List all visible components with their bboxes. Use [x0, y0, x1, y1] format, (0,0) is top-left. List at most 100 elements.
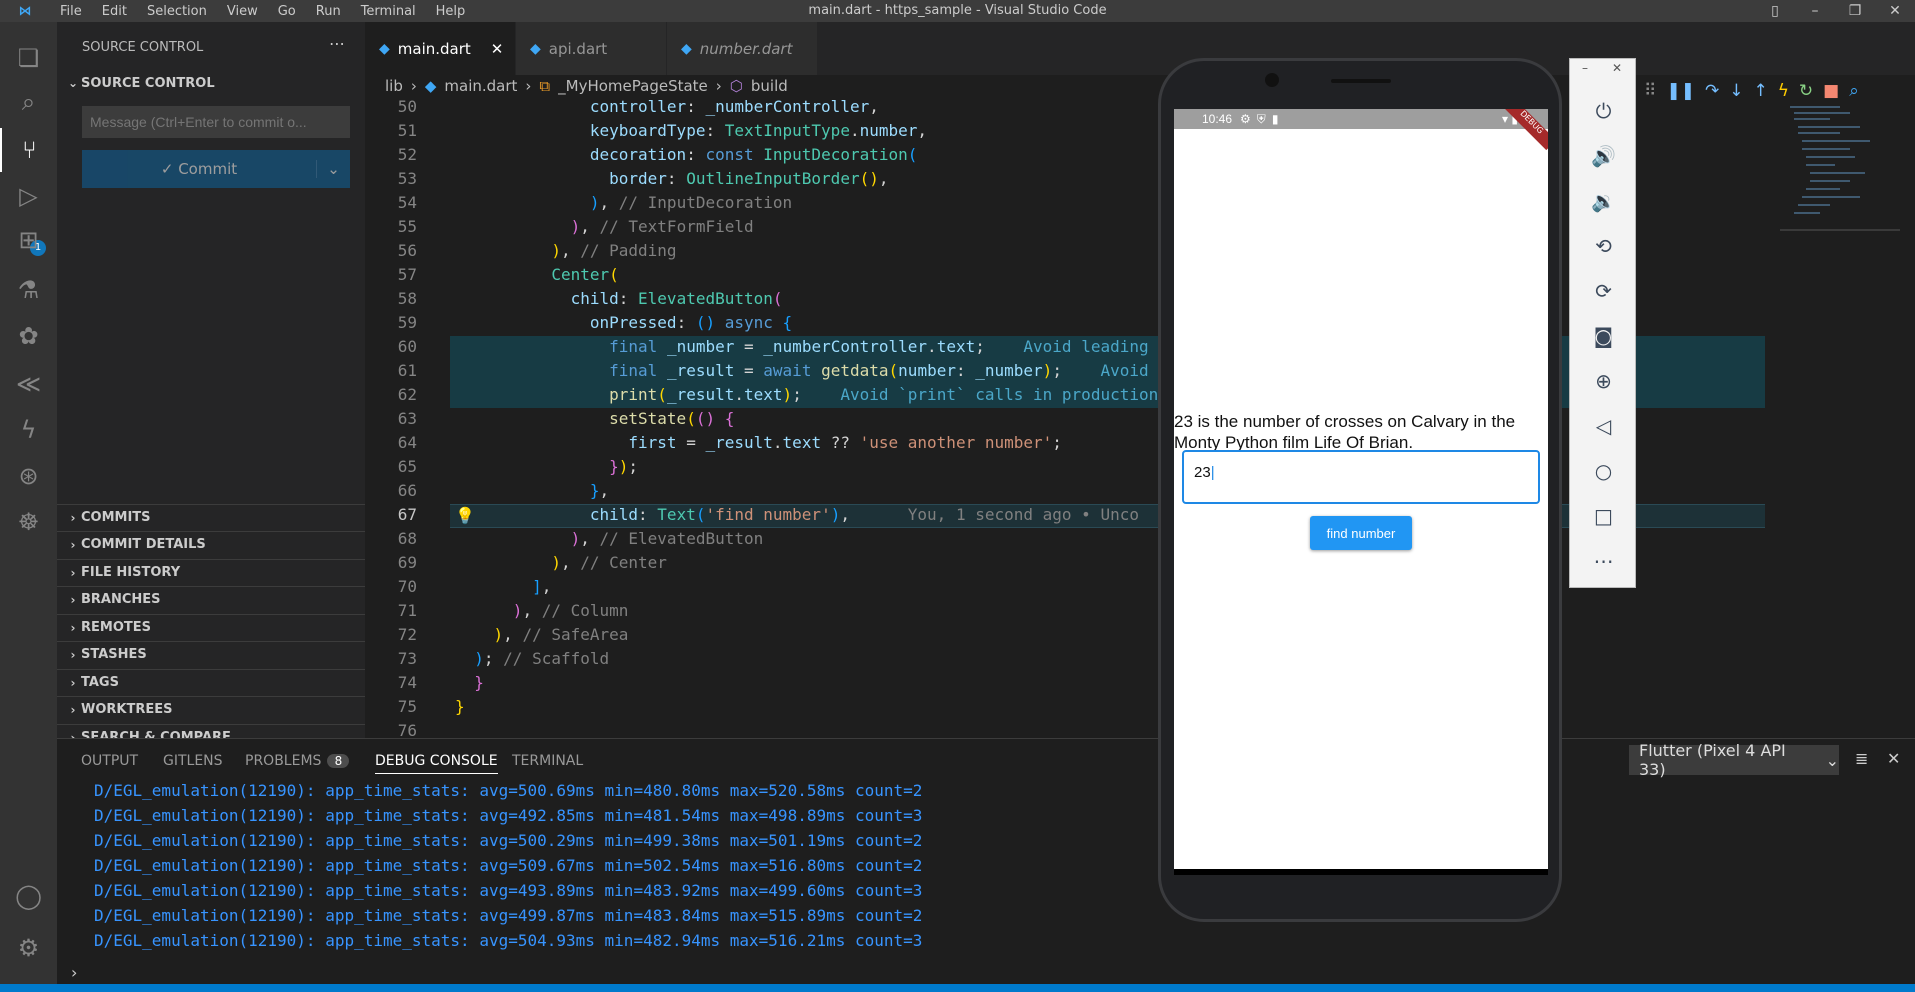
tab-terminal[interactable]: TERMINAL — [512, 753, 583, 769]
menu-run[interactable]: Run — [306, 4, 351, 19]
breadcrumb-lib[interactable]: lib — [385, 77, 403, 95]
chevron-right-icon: › — [410, 77, 417, 95]
code-line: Center( — [551, 265, 619, 284]
rotate-right-icon[interactable]: ⟳ — [1570, 279, 1637, 303]
volume-down-icon[interactable]: 🔉 — [1570, 189, 1637, 213]
source-control-section[interactable]: ⌄ SOURCE CONTROL — [57, 70, 365, 96]
tab-gitlens[interactable]: GITLENS — [163, 753, 223, 769]
lightbulb-icon[interactable]: 💡 — [455, 506, 475, 525]
search-icon[interactable]: ⌕ — [0, 80, 57, 124]
pause-icon[interactable]: ❚❚ — [1666, 81, 1695, 101]
commit-button[interactable]: ✓ Commit ⌄ — [82, 150, 350, 188]
word-wrap-icon[interactable]: ≣ — [1855, 749, 1868, 768]
restart-icon[interactable]: ↻ — [1799, 81, 1813, 101]
breadcrumb-method[interactable]: build — [751, 77, 788, 95]
extensions-icon[interactable]: ⊞ — [0, 218, 57, 262]
account-icon[interactable]: ◯ — [0, 874, 57, 918]
nav-bar — [1174, 869, 1548, 875]
hot-reload-icon[interactable]: ϟ — [1778, 81, 1789, 101]
console-log-line: D/EGL_emulation(12190): app_time_stats: … — [94, 906, 923, 925]
sidebar-section-stashes[interactable]: › STASHES — [57, 641, 365, 667]
code-line: keyboardType: TextInputType.number, — [589, 121, 928, 140]
source-control-icon[interactable]: ⑂ — [0, 128, 57, 172]
vscode-logo-icon: ⋈ — [18, 3, 32, 19]
back-icon[interactable]: ◁ — [1570, 414, 1637, 438]
menu-file[interactable]: File — [50, 4, 92, 19]
close-icon[interactable]: ✕ — [491, 40, 504, 58]
flutter-icon[interactable]: ≪ — [0, 362, 57, 406]
tab-debug-console[interactable]: DEBUG CONSOLE — [375, 753, 498, 774]
menu-terminal[interactable]: Terminal — [351, 4, 426, 19]
volume-up-icon[interactable]: 🔊 — [1570, 144, 1637, 168]
docker-icon[interactable]: ☸ — [0, 500, 57, 544]
breadcrumb-class[interactable]: _MyHomePageState — [558, 77, 708, 95]
line-number: 59 — [397, 313, 417, 332]
sidebar-section-commit-details[interactable]: › COMMIT DETAILS — [57, 531, 365, 557]
tab-output[interactable]: OUTPUT — [81, 753, 138, 769]
number-input[interactable]: 23| — [1182, 450, 1540, 504]
sidebar-section-branches[interactable]: › BRANCHES — [57, 586, 365, 612]
run-debug-icon[interactable]: ▷ — [0, 174, 57, 218]
find-number-button[interactable]: find number — [1310, 516, 1412, 550]
app-screen[interactable]: 10:46 ⚙ ⛨ ▮ ▾ ▮ DEBUG 23 is the number of cr… — [1174, 109, 1548, 875]
sidebar-section-tags[interactable]: › TAGS — [57, 669, 365, 695]
more-actions-icon[interactable]: ⋯ — [329, 34, 345, 53]
tab-main-dart[interactable]: ◆ main.dart ✕ — [365, 22, 515, 75]
speaker-grille — [1331, 79, 1391, 83]
explorer-icon[interactable]: ❏ — [0, 36, 57, 80]
commit-message-input[interactable] — [82, 106, 350, 138]
code-line: }, — [589, 481, 610, 500]
menu-selection[interactable]: Selection — [137, 4, 217, 19]
chevron-right-icon: › — [70, 510, 76, 525]
inspect-icon[interactable]: ⌕ — [1849, 81, 1859, 101]
power-icon[interactable]: ⏻ — [1570, 99, 1637, 123]
close-icon[interactable]: ✕ — [1612, 61, 1622, 75]
minimap[interactable] — [1780, 97, 1900, 277]
sidebar-section-commits[interactable]: › COMMITS — [57, 504, 365, 530]
restore-icon[interactable]: ❐ — [1835, 3, 1875, 19]
line-number: 50 — [397, 97, 417, 116]
tab-api-dart[interactable]: ◆ api.dart — [516, 22, 666, 75]
chevron-down-icon[interactable]: ⌄ — [316, 160, 350, 178]
menu-edit[interactable]: Edit — [92, 4, 137, 19]
home-icon[interactable]: ○ — [1570, 459, 1637, 483]
rotate-left-icon[interactable]: ⟲ — [1570, 234, 1637, 258]
step-into-icon[interactable]: ↓ — [1729, 81, 1743, 101]
menu-help[interactable]: Help — [426, 4, 476, 19]
zoom-icon[interactable]: ⊕ — [1570, 369, 1637, 393]
more-icon[interactable]: ⋯ — [1570, 549, 1637, 573]
tab-number-dart[interactable]: ◆ number.dart — [667, 22, 817, 75]
drag-handle-icon[interactable]: ⠿ — [1644, 81, 1656, 101]
sidebar-section-remotes[interactable]: › REMOTES — [57, 614, 365, 640]
git-graph-icon[interactable]: ⊛ — [0, 454, 57, 498]
step-out-icon[interactable]: ↑ — [1753, 81, 1767, 101]
chevron-right-icon[interactable]: › — [71, 963, 77, 982]
overview-icon[interactable]: □ — [1570, 504, 1637, 528]
line-number: 53 — [397, 169, 417, 188]
debug-target-select[interactable]: Flutter (Pixel 4 API 33) ⌄ — [1629, 741, 1839, 779]
paw-icon[interactable]: ✿ — [0, 314, 57, 358]
gesture-nav-pill[interactable] — [1280, 829, 1418, 833]
lightning-icon[interactable]: ϟ — [0, 408, 57, 452]
layout-toggle-icon[interactable]: ▯ — [1755, 3, 1795, 19]
sidebar-section-file-history[interactable]: › FILE HISTORY — [57, 559, 365, 585]
minimize-icon[interactable]: – — [1582, 61, 1588, 75]
close-icon[interactable]: ✕ — [1887, 749, 1900, 768]
menu-view[interactable]: View — [217, 4, 268, 19]
settings-gear-icon[interactable]: ⚙ — [0, 926, 57, 970]
minimize-icon[interactable]: – — [1795, 3, 1835, 19]
android-status-bar: 10:46 ⚙ ⛨ ▮ ▾ ▮ — [1174, 109, 1548, 129]
stop-icon[interactable]: ■ — [1823, 81, 1839, 101]
breadcrumb-file[interactable]: main.dart — [444, 77, 517, 95]
step-over-icon[interactable]: ↷ — [1705, 81, 1719, 101]
close-icon[interactable]: ✕ — [1875, 3, 1915, 19]
minimap-preview — [1780, 106, 1900, 231]
code-line: ), // SafeArea — [493, 625, 629, 644]
code-line: border: OutlineInputBorder(), — [609, 169, 889, 188]
camera-icon[interactable]: ◙ — [1570, 324, 1637, 348]
menu-go[interactable]: Go — [268, 4, 306, 19]
problems-count-badge: 8 — [327, 754, 350, 768]
testing-icon[interactable]: ⚗ — [0, 268, 57, 312]
sidebar-section-worktrees[interactable]: › WORKTREES — [57, 696, 365, 722]
tab-problems[interactable]: PROBLEMS 8 — [245, 753, 350, 769]
